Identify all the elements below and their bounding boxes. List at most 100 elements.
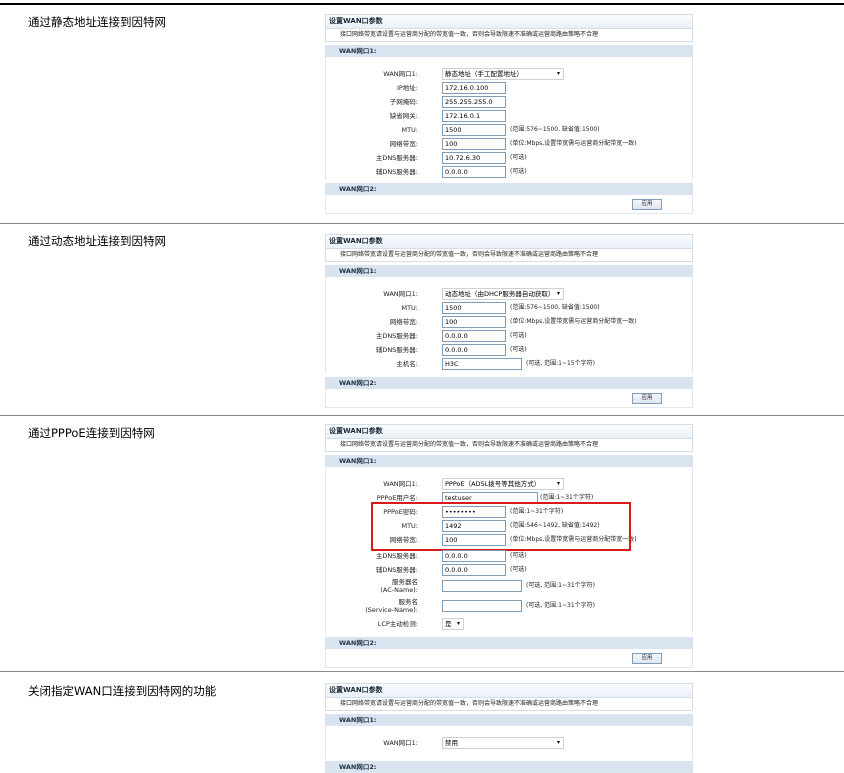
- mtu-input[interactable]: 1500: [442, 302, 506, 314]
- wan2-header: WAN网口2:: [325, 761, 693, 773]
- gateway-row: 缺省网关: 172.16.0.1: [326, 110, 694, 122]
- mtu-input[interactable]: 1500: [442, 124, 506, 136]
- service-name-row: 服务名 (Service-Name): (可选, 范围:1~31个字符): [326, 598, 694, 614]
- dns2-hint: (可选): [510, 346, 527, 353]
- service-name-hint: (可选, 范围:1~31个字符): [526, 602, 595, 609]
- ip-input[interactable]: 172.16.0.100: [442, 82, 506, 94]
- mtu-row: MTU: 1500 (范围:576~1500, 缺省值:1500): [326, 302, 694, 314]
- wan1-header: WAN网口1:: [325, 45, 693, 57]
- wan1-mode-label: WAN网口1:: [383, 70, 418, 78]
- service-name-label: 服务名 (Service-Name):: [365, 598, 418, 614]
- hostname-label: 主机名:: [396, 360, 418, 368]
- ac-name-row: 服务器名 (AC-Name): (可选, 范围:1~31个字符): [326, 578, 694, 594]
- hostname-row: 主机名: H3C (可选, 范围:1~15个字符): [326, 358, 694, 370]
- bandwidth-input[interactable]: 100: [442, 138, 506, 150]
- mtu-hint: (范围:576~1500, 缺省值:1500): [510, 126, 600, 133]
- row-title-pppoe: 通过PPPoE连接到因特网: [28, 426, 155, 440]
- wan2-header: WAN网口2:: [325, 183, 693, 195]
- wan-panel-dynamic: 设置WAN口参数 接口网络带宽请设置与运营商分配的带宽值一致，否则会导致限速不准…: [325, 234, 693, 408]
- panel-footer: 应用: [325, 195, 693, 214]
- wan1-header: WAN网口1:: [325, 714, 693, 726]
- wan1-mode-select[interactable]: 禁用 ▾: [442, 737, 564, 749]
- hostname-input[interactable]: H3C: [442, 358, 522, 370]
- panel-title: 设置WAN口参数: [325, 14, 693, 29]
- wan1-mode-row: WAN网口1: 静态地址（手工配置地址） ▾: [326, 68, 694, 80]
- panel-description: 接口网络带宽请设置与运营商分配的带宽值一致，否则会导致限速不准确或运营商路由策略…: [325, 249, 693, 262]
- dns2-input[interactable]: 0.0.0.0: [442, 344, 506, 356]
- panel-footer: 应用: [325, 649, 693, 668]
- apply-button[interactable]: 应用: [632, 653, 662, 664]
- dns1-hint: (可选): [510, 552, 527, 559]
- wan1-form: WAN网口1: 动态地址（由DHCP服务器自动获取） ▾ MTU: 1500 (范…: [325, 277, 693, 373]
- dns2-row: 辅DNS服务器: 0.0.0.0 (可选): [326, 564, 694, 576]
- dns2-hint: (可选): [510, 566, 527, 573]
- ac-name-input[interactable]: [442, 580, 522, 592]
- ip-row: IP地址: 172.16.0.100: [326, 82, 694, 94]
- chevron-down-icon: ▾: [556, 290, 560, 297]
- dns1-row: 主DNS服务器: 0.0.0.0 (可选): [326, 550, 694, 562]
- wan1-mode-label: WAN网口1:: [383, 480, 418, 488]
- lcp-label: LCP主动检测:: [377, 620, 418, 628]
- lcp-select[interactable]: 是 ▾: [442, 618, 464, 630]
- gateway-label: 缺省网关:: [389, 112, 418, 120]
- service-name-input[interactable]: [442, 600, 522, 612]
- dns2-row: 辅DNS服务器: 0.0.0.0 (可选): [326, 344, 694, 356]
- dns2-input[interactable]: 0.0.0.0: [442, 564, 506, 576]
- dns2-label: 辅DNS服务器:: [375, 346, 418, 354]
- wan1-form: WAN网口1: PPPoE（ADSL拨号等其他方式） ▾ PPPoE用户名: te…: [325, 467, 693, 633]
- bandwidth-label: 网络带宽:: [389, 318, 418, 326]
- wan1-mode-label: WAN网口1:: [383, 739, 418, 747]
- highlight-box: [371, 502, 631, 551]
- dns1-hint: (可选): [510, 154, 527, 161]
- row-title-disable: 关闭指定WAN口连接到因特网的功能: [28, 684, 217, 698]
- wan1-mode-row: WAN网口1: PPPoE（ADSL拨号等其他方式） ▾: [326, 478, 694, 490]
- wan1-mode-select[interactable]: PPPoE（ADSL拨号等其他方式） ▾: [442, 478, 564, 490]
- mask-label: 子网掩码:: [389, 98, 418, 106]
- wan-panel-static: 设置WAN口参数 接口网络带宽请设置与运营商分配的带宽值一致，否则会导致限速不准…: [325, 14, 693, 214]
- mtu-row: MTU: 1500 (范围:576~1500, 缺省值:1500): [326, 124, 694, 136]
- apply-button[interactable]: 应用: [632, 393, 662, 404]
- apply-button[interactable]: 应用: [632, 199, 662, 210]
- chevron-down-icon: ▾: [556, 70, 560, 77]
- wan1-mode-row: WAN网口1: 禁用 ▾: [326, 737, 694, 749]
- lcp-row: LCP主动检测: 是 ▾: [326, 618, 694, 630]
- row-separator: [0, 223, 844, 224]
- mtu-label: MTU:: [401, 126, 418, 134]
- chevron-down-icon: ▾: [556, 739, 560, 746]
- dns2-input[interactable]: 0.0.0.0: [442, 166, 506, 178]
- dns2-label: 辅DNS服务器:: [375, 168, 418, 176]
- dns1-label: 主DNS服务器:: [375, 332, 418, 340]
- wan-panel-disable: 设置WAN口参数 接口网络带宽请设置与运营商分配的带宽值一致，否则会导致限速不准…: [325, 683, 693, 773]
- dns1-label: 主DNS服务器:: [375, 552, 418, 560]
- wan1-header: WAN网口1:: [325, 265, 693, 277]
- bandwidth-row: 网络带宽: 100 (单位:Mbps,设置带宽需与运营商分配带宽一致): [326, 316, 694, 328]
- wan1-mode-select[interactable]: 动态地址（由DHCP服务器自动获取） ▾: [442, 288, 564, 300]
- bandwidth-hint: (单位:Mbps,设置带宽需与运营商分配带宽一致): [510, 318, 637, 325]
- wan1-mode-select[interactable]: 静态地址（手工配置地址） ▾: [442, 68, 564, 80]
- row-separator: [0, 415, 844, 416]
- chevron-down-icon: ▾: [556, 480, 560, 487]
- panel-title: 设置WAN口参数: [325, 234, 693, 249]
- dns2-row: 辅DNS服务器: 0.0.0.0 (可选): [326, 166, 694, 178]
- dns1-input[interactable]: 10.72.6.30: [442, 152, 506, 164]
- wan1-mode-row: WAN网口1: 动态地址（由DHCP服务器自动获取） ▾: [326, 288, 694, 300]
- hostname-hint: (可选, 范围:1~15个字符): [526, 360, 595, 367]
- panel-footer: 应用: [325, 389, 693, 408]
- wan2-header: WAN网口2:: [325, 377, 693, 389]
- wan-panel-pppoe: 设置WAN口参数 接口网络带宽请设置与运营商分配的带宽值一致，否则会导致限速不准…: [325, 424, 693, 668]
- dns1-input[interactable]: 0.0.0.0: [442, 550, 506, 562]
- gateway-input[interactable]: 172.16.0.1: [442, 110, 506, 122]
- wan2-header: WAN网口2:: [325, 637, 693, 649]
- mtu-hint: (范围:576~1500, 缺省值:1500): [510, 304, 600, 311]
- wan1-form: WAN网口1: 静态地址（手工配置地址） ▾ IP地址: 172.16.0.100…: [325, 57, 693, 179]
- bandwidth-input[interactable]: 100: [442, 316, 506, 328]
- row-title-dynamic: 通过动态地址连接到因特网: [28, 234, 166, 248]
- ip-label: IP地址:: [396, 84, 418, 92]
- mask-input[interactable]: 255.255.255.0: [442, 96, 506, 108]
- row-title-static: 通过静态地址连接到因特网: [28, 15, 166, 29]
- panel-title: 设置WAN口参数: [325, 683, 693, 698]
- chevron-down-icon: ▾: [456, 620, 460, 627]
- wan1-form: WAN网口1: 禁用 ▾: [325, 726, 693, 759]
- top-rule: [0, 3, 844, 5]
- dns1-input[interactable]: 0.0.0.0: [442, 330, 506, 342]
